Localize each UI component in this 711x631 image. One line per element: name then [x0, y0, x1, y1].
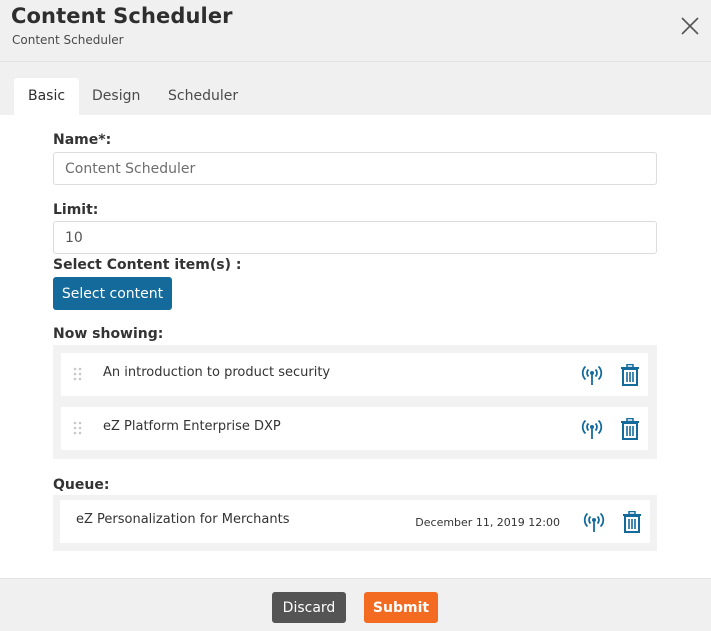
name-label: Name*:: [53, 132, 112, 148]
select-content-label: Select Content item(s) :: [53, 257, 242, 273]
name-field[interactable]: [53, 152, 657, 185]
close-icon[interactable]: [680, 16, 700, 36]
now-showing-label: Now showing:: [53, 326, 164, 342]
tab-design[interactable]: Design: [78, 78, 154, 115]
broadcast-icon[interactable]: [581, 364, 603, 386]
modal-title: Content Scheduler: [11, 4, 233, 28]
tab-scheduler[interactable]: Scheduler: [154, 78, 252, 115]
modal-subtitle: Content Scheduler: [12, 33, 124, 47]
drag-handle-icon[interactable]: [73, 421, 82, 435]
list-item[interactable]: eZ Personalization for Merchants Decembe…: [60, 500, 650, 543]
limit-label: Limit:: [53, 202, 99, 218]
trash-icon[interactable]: [620, 364, 640, 386]
tab-basic[interactable]: Basic: [14, 78, 80, 115]
limit-field[interactable]: [53, 221, 657, 254]
list-item-title: eZ Platform Enterprise DXP: [103, 419, 281, 434]
list-item-title: An introduction to product security: [103, 365, 331, 380]
list-item[interactable]: An introduction to product security: [61, 353, 648, 396]
broadcast-icon[interactable]: [581, 418, 603, 440]
list-item-title: eZ Personalization for Merchants: [76, 512, 290, 527]
select-content-button[interactable]: Select content: [53, 277, 172, 310]
discard-button[interactable]: Discard: [272, 592, 346, 623]
now-showing-list: An introduction to product security eZ P…: [53, 345, 657, 459]
list-item[interactable]: eZ Platform Enterprise DXP: [61, 407, 648, 450]
submit-button[interactable]: Submit: [364, 592, 438, 623]
modal-header: Content Scheduler Content Scheduler: [0, 0, 711, 62]
broadcast-icon[interactable]: [583, 511, 605, 533]
modal-footer: Discard Submit: [0, 578, 711, 631]
trash-icon[interactable]: [620, 418, 640, 440]
scheduled-date: December 11, 2019 12:00: [415, 516, 560, 529]
drag-handle-icon[interactable]: [73, 367, 82, 381]
queue-label: Queue:: [53, 477, 110, 493]
form-body: Name*: Limit: Select Content item(s) : S…: [0, 115, 711, 578]
queue-list: eZ Personalization for Merchants Decembe…: [53, 495, 657, 551]
trash-icon[interactable]: [622, 511, 642, 533]
tab-bar: Basic Design Scheduler: [0, 62, 711, 115]
